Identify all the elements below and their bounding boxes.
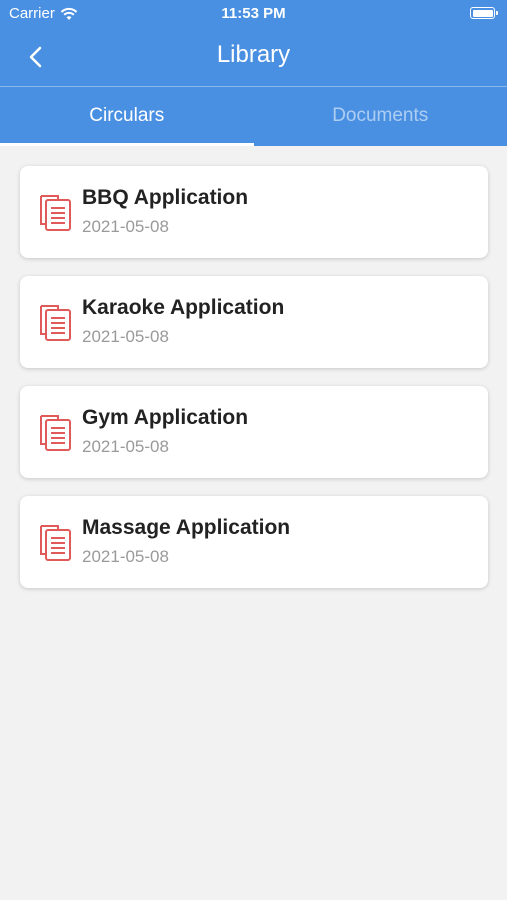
list-item[interactable]: Massage Application 2021-05-08 (20, 496, 488, 588)
item-date: 2021-05-08 (82, 547, 169, 566)
item-date: 2021-05-08 (82, 437, 169, 456)
status-bar: Carrier 11:53 PM (0, 0, 507, 28)
battery-icon (470, 7, 498, 19)
document-icon (40, 305, 71, 341)
document-icon (40, 415, 71, 451)
tab-documents[interactable]: Documents (254, 87, 507, 146)
app-header: Carrier 11:53 PM Library Circulars Docum… (0, 0, 507, 146)
page-title: Library (216, 41, 291, 68)
item-date: 2021-05-08 (82, 327, 169, 346)
item-title: Gym Application (82, 406, 249, 429)
document-icon (40, 525, 71, 561)
document-icon (40, 195, 71, 231)
circulars-list: BBQ Application 2021-05-08 Karaoke Appli… (20, 166, 488, 606)
tab-bar: Circulars Documents (0, 87, 507, 146)
item-date: 2021-05-08 (82, 217, 169, 236)
item-title: BBQ Application (82, 186, 249, 209)
list-item[interactable]: Karaoke Application 2021-05-08 (20, 276, 488, 368)
list-item[interactable]: BBQ Application 2021-05-08 (20, 166, 488, 258)
navigation-bar: Library (0, 28, 507, 86)
clock: 11:53 PM (221, 5, 286, 22)
item-title: Massage Application (82, 516, 291, 539)
tab-circulars[interactable]: Circulars (0, 87, 254, 146)
list-item[interactable]: Gym Application 2021-05-08 (20, 386, 488, 478)
item-title: Karaoke Application (82, 296, 285, 319)
